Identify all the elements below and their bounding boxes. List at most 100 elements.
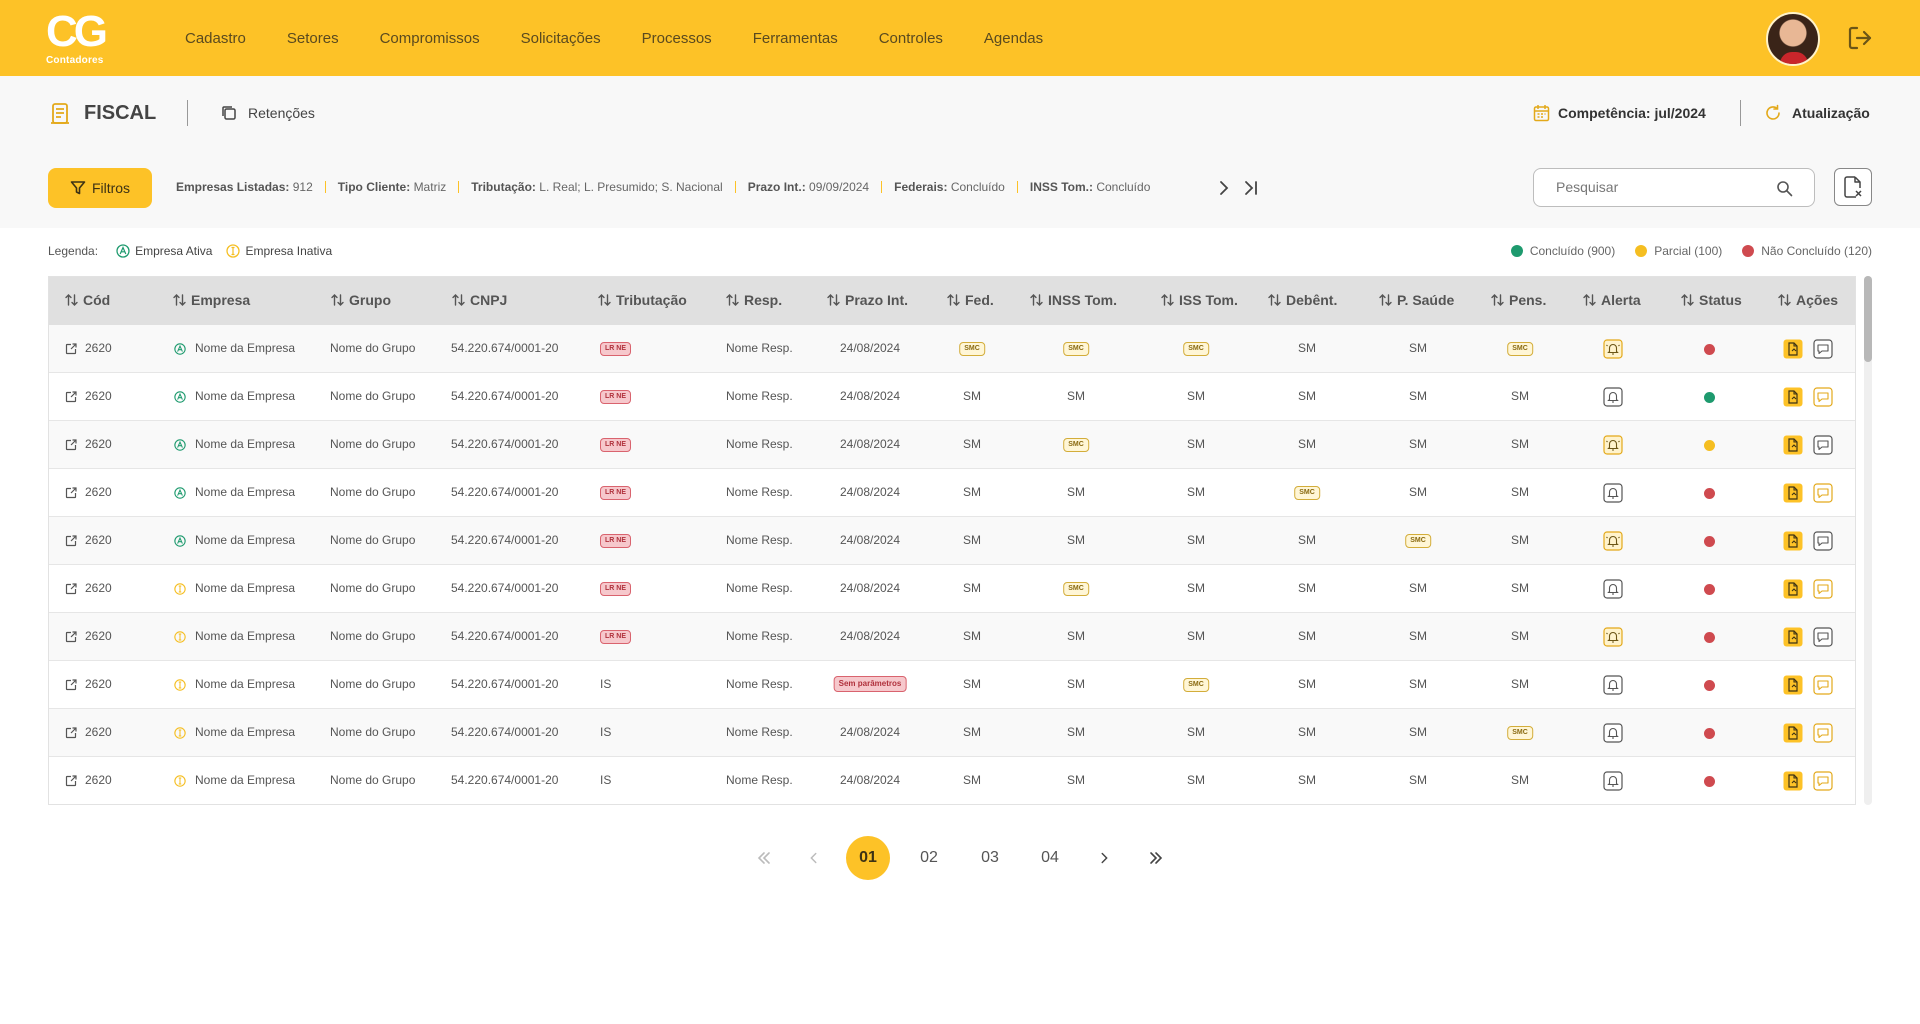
next-page-button[interactable]: [1096, 836, 1112, 880]
column-header-acoes[interactable]: Ações: [1778, 292, 1838, 308]
nav-item-solicitacoes[interactable]: Solicitações: [521, 30, 601, 47]
external-link-icon[interactable]: [65, 343, 77, 355]
cell-prazo: 24/08/2024: [839, 533, 901, 547]
chat-icon[interactable]: [1813, 339, 1833, 359]
chat-icon[interactable]: [1813, 387, 1833, 407]
chevron-last-icon[interactable]: [1243, 180, 1259, 196]
bell-ringing-icon[interactable]: [1603, 339, 1623, 359]
page-button-01[interactable]: 01: [846, 836, 890, 880]
external-link-icon[interactable]: [65, 439, 77, 451]
file-action-icon[interactable]: [1783, 435, 1803, 455]
file-action-icon[interactable]: [1783, 627, 1803, 647]
external-link-icon[interactable]: [65, 775, 77, 787]
column-header-tributacao[interactable]: Tributação: [598, 292, 687, 308]
bell-icon[interactable]: [1603, 771, 1623, 791]
smc-badge-cell: SMC: [1294, 483, 1320, 500]
first-page-button[interactable]: [754, 836, 774, 880]
export-button[interactable]: [1834, 168, 1872, 206]
scrollbar-thumb[interactable]: [1864, 276, 1872, 362]
column-header-grupo[interactable]: Grupo: [331, 292, 391, 308]
filters-button[interactable]: Filtros: [48, 168, 152, 208]
competencia-selector[interactable]: Competência: jul/2024: [1558, 105, 1706, 121]
nav-item-compromissos[interactable]: Compromissos: [380, 30, 480, 47]
nav-item-controles[interactable]: Controles: [879, 30, 943, 47]
external-link-icon[interactable]: [65, 535, 77, 547]
bell-icon[interactable]: [1603, 579, 1623, 599]
chat-icon[interactable]: [1813, 627, 1833, 647]
column-header-p-saude[interactable]: P. Saúde: [1379, 292, 1454, 308]
column-header-status[interactable]: Status: [1681, 292, 1742, 308]
column-header-alerta[interactable]: Alerta: [1583, 292, 1641, 308]
page-button-02[interactable]: 02: [907, 836, 951, 880]
search-input[interactable]: [1556, 179, 1766, 195]
table-row: 2620 Nome da Empresa Nome do Grupo 54.220.6…: [49, 613, 1855, 661]
nav-item-setores[interactable]: Setores: [287, 30, 339, 47]
refresh-icon[interactable]: [1764, 104, 1782, 122]
column-header-inss-tom[interactable]: INSS Tom.: [1030, 292, 1117, 308]
external-link-icon[interactable]: [65, 727, 77, 739]
nav-item-ferramentas[interactable]: Ferramentas: [753, 30, 838, 47]
chat-icon[interactable]: [1813, 675, 1833, 695]
file-action-icon[interactable]: [1783, 339, 1803, 359]
external-link-icon[interactable]: [65, 631, 77, 643]
file-action-icon[interactable]: [1783, 483, 1803, 503]
external-link-icon[interactable]: [65, 391, 77, 403]
sort-icon: [1379, 294, 1392, 306]
bell-ringing-icon[interactable]: [1603, 627, 1623, 647]
chevron-right-icon[interactable]: [1217, 180, 1231, 196]
chat-icon[interactable]: [1813, 771, 1833, 791]
brand-logo[interactable]: CG Contadores: [46, 7, 108, 67]
chat-icon[interactable]: [1813, 435, 1833, 455]
chevron-right-icon: [1101, 852, 1108, 864]
external-link-icon[interactable]: [65, 583, 77, 595]
chat-icon[interactable]: [1813, 483, 1833, 503]
nav-item-agendas[interactable]: Agendas: [984, 30, 1043, 47]
column-header-debent[interactable]: Debênt.: [1268, 292, 1337, 308]
update-button[interactable]: Atualização: [1792, 105, 1870, 121]
prev-page-button[interactable]: [806, 836, 822, 880]
file-action-icon[interactable]: [1783, 675, 1803, 695]
logout-icon[interactable]: [1846, 24, 1874, 52]
bell-icon[interactable]: [1603, 675, 1623, 695]
copy-icon[interactable]: [220, 104, 238, 122]
cell-grupo: Nome do Grupo: [330, 485, 416, 499]
page-button-04[interactable]: 04: [1028, 836, 1072, 880]
file-action-icon[interactable]: [1783, 723, 1803, 743]
external-link-icon[interactable]: [65, 487, 77, 499]
page-button-03[interactable]: 03: [968, 836, 1012, 880]
column-header-cnpj[interactable]: CNPJ: [452, 292, 507, 308]
bell-icon[interactable]: [1603, 387, 1623, 407]
bell-icon[interactable]: [1603, 483, 1623, 503]
external-link-icon[interactable]: [65, 679, 77, 691]
bell-ringing-icon[interactable]: [1603, 435, 1623, 455]
calendar-icon[interactable]: [1533, 104, 1550, 122]
chat-icon[interactable]: [1813, 723, 1833, 743]
cell-cod: 2620: [85, 725, 112, 739]
column-header-iss-tom[interactable]: ISS Tom.: [1161, 292, 1238, 308]
table-scrollbar[interactable]: [1864, 276, 1872, 805]
column-header-resp[interactable]: Resp.: [726, 292, 782, 308]
bell-icon[interactable]: [1603, 723, 1623, 743]
nav-item-processos[interactable]: Processos: [642, 30, 712, 47]
column-header-empresa[interactable]: Empresa: [173, 292, 250, 308]
cell-saude: SM: [1409, 341, 1427, 355]
column-header-cod[interactable]: Cód: [65, 292, 110, 308]
bell-ringing-icon[interactable]: [1603, 531, 1623, 551]
file-action-icon[interactable]: [1783, 531, 1803, 551]
file-action-icon[interactable]: [1783, 579, 1803, 599]
cell-fed: SM: [963, 773, 981, 787]
chat-icon[interactable]: [1813, 531, 1833, 551]
file-action-icon[interactable]: [1783, 387, 1803, 407]
column-header-prazo-int[interactable]: Prazo Int.: [827, 292, 908, 308]
last-page-button[interactable]: [1146, 836, 1166, 880]
tab-retencoes[interactable]: Retenções: [248, 105, 315, 121]
user-avatar[interactable]: [1766, 12, 1820, 66]
column-header-fed[interactable]: Fed.: [947, 292, 994, 308]
search-icon[interactable]: [1776, 180, 1793, 197]
file-action-icon[interactable]: [1783, 771, 1803, 791]
cell-empresa: Nome da Empresa: [195, 485, 296, 499]
column-header-pens[interactable]: Pens.: [1491, 292, 1546, 308]
nav-item-cadastro[interactable]: Cadastro: [185, 30, 246, 47]
logo-text: CG: [46, 7, 108, 56]
chat-icon[interactable]: [1813, 579, 1833, 599]
